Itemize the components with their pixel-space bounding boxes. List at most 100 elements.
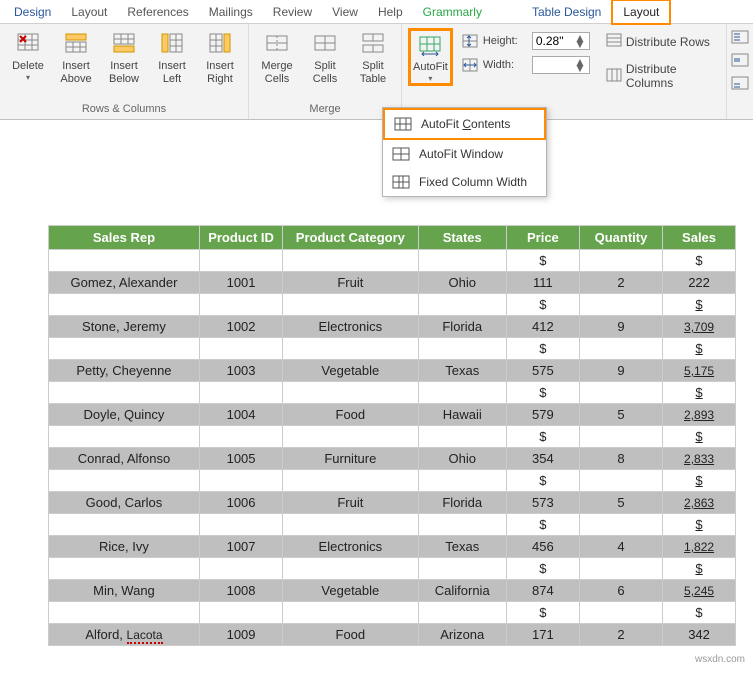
th-category: Product Category	[283, 226, 418, 250]
merge-cells-icon	[263, 30, 291, 58]
split-table-label: Split Table	[360, 60, 386, 85]
merge-cells-button[interactable]: Merge Cells	[255, 28, 299, 87]
group-label-rows-columns: Rows & Columns	[82, 101, 166, 117]
distribute-rows-icon	[606, 33, 622, 50]
table-header-row: Sales Rep Product ID Product Category St…	[49, 226, 736, 250]
group-rows-columns: Delete ▾ Insert Above Insert Below Inse	[0, 24, 249, 119]
th-states: States	[418, 226, 506, 250]
distribute-rows-button[interactable]: Distribute Rows	[604, 32, 714, 51]
distribute-columns-label: Distribute Columns	[626, 62, 712, 90]
table-row[interactable]: Alford, Lacota 1009 Food Arizona 171 2 3…	[49, 624, 736, 646]
width-label: Width:	[483, 59, 528, 71]
autofit-window-item[interactable]: AutoFit Window	[383, 140, 546, 168]
height-label: Height:	[483, 35, 528, 47]
table-gap-row: $ $	[49, 514, 736, 536]
th-quantity: Quantity	[579, 226, 662, 250]
group-cell-size: AutoFit ▾ Height: 0.28" ▲▼	[402, 24, 726, 119]
fixed-width-item[interactable]: Fixed Column Width	[383, 168, 546, 196]
width-input[interactable]: ▲▼	[532, 56, 590, 74]
insert-below-icon	[110, 30, 138, 58]
width-icon	[461, 57, 479, 73]
height-value: 0.28"	[536, 34, 564, 48]
merge-cells-label: Merge Cells	[261, 60, 292, 85]
insert-below-button[interactable]: Insert Below	[102, 28, 146, 87]
align-icon-2[interactable]	[731, 53, 749, 70]
table-row[interactable]: Stone, Jeremy 1002 Electronics Florida 4…	[49, 316, 736, 338]
tab-review[interactable]: Review	[263, 1, 322, 23]
table-body: $ $ Gomez, Alexander 1001 Fruit Ohio 111…	[49, 250, 736, 646]
split-cells-icon	[311, 30, 339, 58]
table-row[interactable]: Good, Carlos 1006 Fruit Florida 573 5 2,…	[49, 492, 736, 514]
tab-references[interactable]: References	[117, 1, 198, 23]
insert-right-icon	[206, 30, 234, 58]
height-row: Height: 0.28" ▲▼	[461, 32, 590, 50]
insert-above-icon	[62, 30, 90, 58]
autofit-contents-label: AutoFit Contents	[421, 117, 510, 131]
tab-design[interactable]: Design	[4, 1, 61, 23]
table-gap-row: $ $	[49, 382, 736, 404]
align-icon-1[interactable]	[731, 30, 749, 47]
delete-icon	[14, 30, 42, 58]
insert-right-label: Insert Right	[206, 60, 234, 85]
autofit-contents-icon	[393, 116, 413, 132]
height-input[interactable]: 0.28" ▲▼	[532, 32, 590, 50]
th-sales: Sales	[663, 226, 736, 250]
delete-label: Delete	[12, 60, 44, 73]
insert-above-button[interactable]: Insert Above	[54, 28, 98, 87]
table-gap-row: $ $	[49, 426, 736, 448]
document-area: Sales Rep Product ID Product Category St…	[0, 120, 753, 646]
insert-above-label: Insert Above	[60, 60, 91, 85]
autofit-icon	[416, 31, 444, 59]
tab-view[interactable]: View	[322, 1, 368, 23]
tab-layout-top[interactable]: Layout	[61, 1, 117, 23]
table-row[interactable]: Min, Wang 1008 Vegetable California 874 …	[49, 580, 736, 602]
align-icon-3[interactable]	[731, 76, 749, 93]
split-cells-button[interactable]: Split Cells	[303, 28, 347, 87]
width-row: Width: ▲▼	[461, 56, 590, 74]
tab-mailings[interactable]: Mailings	[199, 1, 263, 23]
table-gap-row: $ $	[49, 558, 736, 580]
tab-help[interactable]: Help	[368, 1, 413, 23]
table-gap-row: $ $	[49, 338, 736, 360]
insert-left-label: Insert Left	[158, 60, 186, 85]
tab-layout[interactable]: Layout	[611, 0, 671, 25]
autofit-contents-item[interactable]: AutoFit Contents	[383, 108, 546, 140]
split-table-icon	[359, 30, 387, 58]
right-edge-group	[726, 24, 753, 119]
autofit-dropdown: AutoFit Contents AutoFit Window Fixed Co…	[382, 107, 547, 197]
ribbon-body: Delete ▾ Insert Above Insert Below Inse	[0, 24, 753, 120]
table-row[interactable]: Conrad, Alfonso 1005 Furniture Ohio 354 …	[49, 448, 736, 470]
height-icon	[461, 33, 479, 49]
autofit-window-icon	[391, 146, 411, 162]
table-row[interactable]: Petty, Cheyenne 1003 Vegetable Texas 575…	[49, 360, 736, 382]
tab-table-design[interactable]: Table Design	[522, 1, 611, 23]
th-product-id: Product ID	[199, 226, 282, 250]
th-price: Price	[506, 226, 579, 250]
distribute-columns-button[interactable]: Distribute Columns	[604, 61, 714, 91]
delete-button[interactable]: Delete ▾	[6, 28, 50, 84]
insert-below-label: Insert Below	[109, 60, 139, 85]
distribute-columns-icon	[606, 68, 622, 85]
insert-left-button[interactable]: Insert Left	[150, 28, 194, 87]
group-label-merge: Merge	[309, 101, 340, 117]
caret-icon: ▾	[428, 74, 432, 83]
data-table[interactable]: Sales Rep Product ID Product Category St…	[48, 225, 736, 646]
group-merge: Merge Cells Split Cells Split Table Merg…	[249, 24, 402, 119]
table-gap-row: $ $	[49, 250, 736, 272]
fixed-width-icon	[391, 174, 411, 190]
table-row[interactable]: Doyle, Quincy 1004 Food Hawaii 579 5 2,8…	[49, 404, 736, 426]
th-sales-rep: Sales Rep	[49, 226, 200, 250]
watermark: wsxdn.com	[695, 654, 745, 665]
table-row[interactable]: Rice, Ivy 1007 Electronics Texas 456 4 1…	[49, 536, 736, 558]
split-table-button[interactable]: Split Table	[351, 28, 395, 87]
tab-grammarly[interactable]: Grammarly	[413, 1, 492, 23]
autofit-button[interactable]: AutoFit ▾	[408, 28, 453, 86]
insert-right-button[interactable]: Insert Right	[198, 28, 242, 87]
table-gap-row: $ $	[49, 470, 736, 492]
autofit-label: AutoFit	[413, 61, 448, 74]
distribute-rows-label: Distribute Rows	[626, 35, 710, 49]
fixed-width-label: Fixed Column Width	[419, 175, 527, 189]
table-row[interactable]: Gomez, Alexander 1001 Fruit Ohio 111 2 2…	[49, 272, 736, 294]
split-cells-label: Split Cells	[313, 60, 337, 85]
autofit-window-label: AutoFit Window	[419, 147, 503, 161]
